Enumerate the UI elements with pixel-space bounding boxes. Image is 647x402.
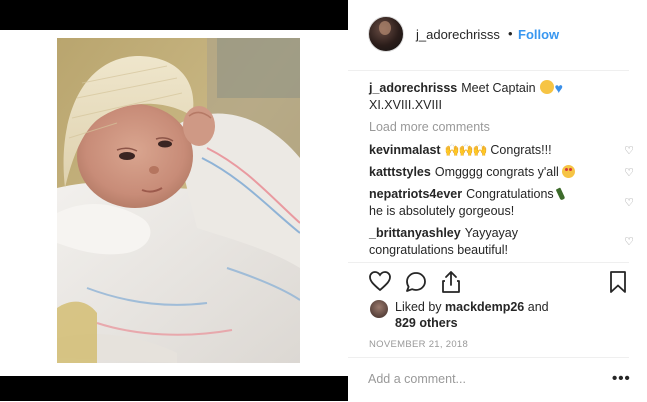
post-photo[interactable] xyxy=(57,38,300,363)
comment-text: Omgggg congrats y'all xyxy=(434,165,559,179)
comment-text: Congrats!!! xyxy=(490,143,552,157)
bookmark-icon[interactable] xyxy=(609,270,627,294)
follow-button[interactable]: Follow xyxy=(518,27,559,42)
raised-hands-emoji-icon: 🙌🙌🙌 xyxy=(444,143,488,157)
comment-like-heart-icon[interactable]: ♡ xyxy=(624,143,634,160)
comment-text: Congratulations xyxy=(466,187,554,201)
comment-like-heart-icon[interactable]: ♡ xyxy=(624,165,634,182)
comment-item: nepatriots4ever Congratulations he is abs… xyxy=(369,186,634,220)
liker-username[interactable]: mackdemp26 xyxy=(445,300,524,314)
post-caption: j_adorechrisss Meet Captain ♥ XI.XVIII.XVI… xyxy=(369,80,619,114)
load-more-comments-button[interactable]: Load more comments xyxy=(369,120,490,134)
comment-text-line2: he is absolutely gorgeous! xyxy=(369,204,515,218)
likes-text: Liked by mackdemp26 and 829 others xyxy=(395,299,635,331)
comment-like-heart-icon[interactable]: ♡ xyxy=(624,195,634,212)
post-date[interactable]: NOVEMBER 21, 2018 xyxy=(369,339,468,350)
post-header: j_adorechrisss • Follow xyxy=(348,0,629,71)
blue-heart-emoji-icon: ♥ xyxy=(554,80,563,96)
comment-item: kevinmalast 🙌🙌🙌 Congrats!!! ♡ xyxy=(369,142,634,159)
comment-bubble-icon[interactable] xyxy=(404,270,428,294)
media-canvas xyxy=(0,30,348,376)
caption-username[interactable]: j_adorechrisss xyxy=(369,81,457,95)
share-icon[interactable] xyxy=(440,270,462,294)
likes-prefix: Liked by xyxy=(395,300,442,314)
add-comment-input[interactable] xyxy=(368,372,588,386)
comment-like-heart-icon[interactable]: ♡ xyxy=(624,234,634,251)
instagram-post: j_adorechrisss • Follow j_adorechrisss Me… xyxy=(0,0,647,401)
champagne-emoji-icon xyxy=(555,187,565,201)
comment-text-line2: congratulations beautiful! xyxy=(369,243,508,257)
liker-avatar[interactable] xyxy=(370,300,388,318)
author-username[interactable]: j_adorechrisss xyxy=(416,27,500,42)
comment-username[interactable]: _brittanyashley xyxy=(369,226,461,240)
comments-list: kevinmalast 🙌🙌🙌 Congrats!!! ♡ katttstyles O… xyxy=(369,142,634,264)
likes-conjunction: and xyxy=(527,300,549,314)
ellipsis-icon[interactable]: ••• xyxy=(612,370,631,387)
header-separator: • xyxy=(508,26,513,41)
author-avatar[interactable] xyxy=(368,16,404,52)
comment-username[interactable]: nepatriots4ever xyxy=(369,187,462,201)
post-media xyxy=(0,0,348,401)
action-bar xyxy=(348,262,629,301)
caption-date-line: XI.XVIII.XVIII xyxy=(369,98,442,112)
comment-username[interactable]: katttstyles xyxy=(369,165,431,179)
comment-item: katttstyles Omgggg congrats y'all ♡ xyxy=(369,164,634,181)
post-details-panel: j_adorechrisss • Follow j_adorechrisss Me… xyxy=(348,0,647,401)
comment-text: Yayyayay xyxy=(464,226,518,240)
likes-others-link[interactable]: 829 others xyxy=(395,316,458,330)
comment-username[interactable]: kevinmalast xyxy=(369,143,441,157)
hugging-face-emoji-icon xyxy=(539,80,554,94)
add-comment-bar: ••• xyxy=(348,357,631,402)
heart-outline-icon[interactable] xyxy=(368,270,392,292)
caption-text: Meet Captain xyxy=(461,81,536,95)
comment-item: _brittanyashley Yayyayay congratulations … xyxy=(369,225,634,259)
heart-eyes-emoji-icon xyxy=(561,165,575,178)
